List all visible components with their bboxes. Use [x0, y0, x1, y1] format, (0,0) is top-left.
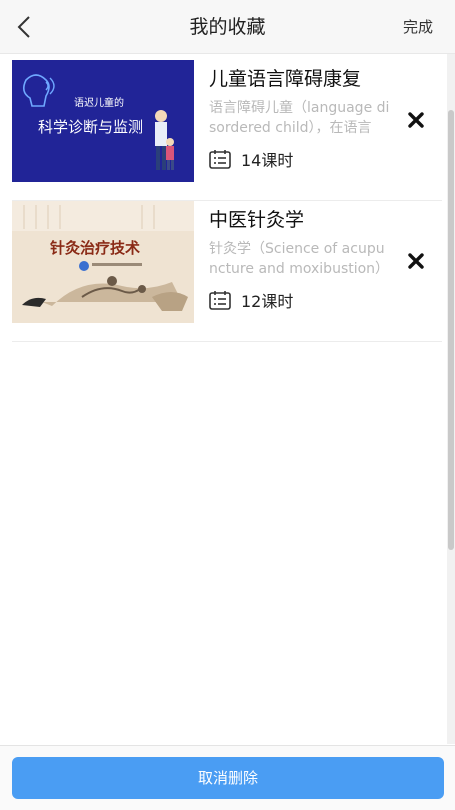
lesson-count: 12课时	[209, 288, 391, 312]
course-info: 中医针灸学 针灸学（Science of acupuncture and mox…	[209, 208, 391, 312]
scrollbar[interactable]	[447, 54, 455, 744]
thumb-text-small: 语迟儿童的	[74, 96, 124, 109]
scrollbar-thumb[interactable]	[448, 110, 454, 550]
thumb-text-main: 科学诊断与监测	[38, 118, 143, 136]
cancel-delete-button[interactable]: 取消删除	[12, 757, 444, 799]
calendar-icon	[209, 291, 231, 310]
lesson-count: 14课时	[209, 147, 391, 171]
course-title: 儿童语言障碍康复	[209, 68, 362, 90]
header-bar: 我的收藏 完成	[0, 0, 455, 54]
course-description: 针灸学（Science of acupuncture and moxibusti…	[209, 241, 390, 277]
remove-favorite-x-icon[interactable]	[404, 108, 428, 132]
calendar-icon	[209, 150, 231, 169]
done-button[interactable]: 完成	[403, 0, 433, 54]
list-item-course[interactable]: 针灸治疗技术 中医针灸学 针灸学（Science of acupuncture …	[12, 201, 442, 342]
favorites-list: 语迟儿童的 科学诊断与监测 儿童语言障碍康复 语言障碍儿童（language d…	[12, 60, 442, 342]
course-description: 语言障碍儿童（language disordered child），在语言	[209, 100, 390, 136]
footer-bar: 取消删除	[0, 745, 455, 810]
course-info: 儿童语言障碍康复 语言障碍儿童（language disordered chil…	[209, 67, 391, 171]
page-title: 我的收藏	[189, 16, 266, 38]
course-thumbnail[interactable]: 针灸治疗技术	[12, 201, 194, 323]
list-item-course[interactable]: 语迟儿童的 科学诊断与监测 儿童语言障碍康复 语言障碍儿童（language d…	[12, 60, 442, 201]
remove-favorite-x-icon[interactable]	[404, 249, 428, 273]
lesson-count-label: 14课时	[241, 151, 294, 170]
course-title: 中医针灸学	[209, 209, 305, 231]
thumb-text-main: 针灸治疗技术	[50, 239, 140, 257]
course-thumbnail[interactable]: 语迟儿童的 科学诊断与监测	[12, 60, 194, 182]
lesson-count-label: 12课时	[241, 292, 294, 311]
